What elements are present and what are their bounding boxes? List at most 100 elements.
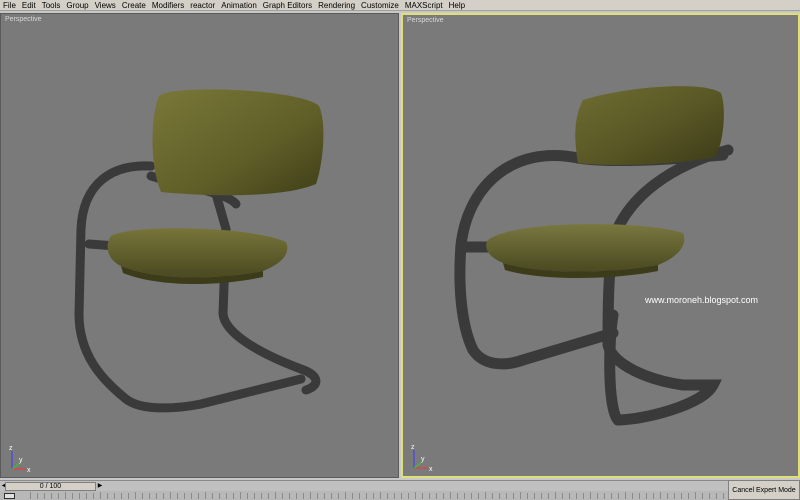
- menu-help[interactable]: Help: [446, 0, 468, 11]
- axis-y-label: y: [421, 456, 425, 463]
- track-tick: [303, 493, 304, 499]
- track-tick: [709, 493, 710, 499]
- track-tick: [429, 493, 430, 499]
- track-tick: [170, 492, 171, 499]
- track-tick: [359, 493, 360, 499]
- menu-create[interactable]: Create: [119, 0, 149, 11]
- menu-maxscript[interactable]: MAXScript: [402, 0, 446, 11]
- menu-file[interactable]: File: [0, 0, 19, 11]
- track-tick: [51, 493, 52, 499]
- track-tick: [100, 492, 101, 499]
- track-tick: [723, 493, 724, 499]
- track-tick: [527, 493, 528, 499]
- time-next-arrow-icon[interactable]: ▶: [96, 482, 104, 491]
- track-tick: [373, 493, 374, 499]
- chair-seat: [107, 228, 288, 278]
- menu-rendering[interactable]: Rendering: [315, 0, 358, 11]
- viewport-perspective-right[interactable]: Perspective www.moroneh.blogspot.com z x…: [401, 13, 800, 478]
- track-tick: [681, 493, 682, 499]
- track-tick: [380, 492, 381, 499]
- track-tick: [485, 492, 486, 499]
- track-tick: [240, 492, 241, 499]
- chair-render-right: [454, 86, 734, 426]
- watermark-text: www.moroneh.blogspot.com: [645, 295, 759, 305]
- track-tick: [443, 493, 444, 499]
- track-bar-toggle-icon[interactable]: [4, 493, 15, 499]
- track-tick: [184, 493, 185, 499]
- track-tick: [233, 493, 234, 499]
- track-tick: [674, 493, 675, 499]
- track-tick: [345, 492, 346, 499]
- track-tick: [695, 492, 696, 499]
- chair-seat: [486, 223, 685, 272]
- track-tick: [478, 493, 479, 499]
- track-tick: [79, 493, 80, 499]
- time-slider[interactable]: 0 / 100: [5, 482, 96, 491]
- track-tick: [107, 493, 108, 499]
- track-tick: [198, 493, 199, 499]
- track-tick: [436, 493, 437, 499]
- track-tick: [135, 492, 136, 499]
- track-tick: [604, 493, 605, 499]
- track-tick: [450, 492, 451, 499]
- track-tick: [275, 492, 276, 499]
- track-tick: [562, 493, 563, 499]
- track-tick: [415, 492, 416, 499]
- track-tick: [408, 493, 409, 499]
- track-bar[interactable]: [0, 491, 728, 500]
- menu-edit[interactable]: Edit: [19, 0, 39, 11]
- axis-x-label: x: [27, 467, 31, 474]
- axis-x-label: x: [429, 466, 433, 473]
- track-tick: [716, 493, 717, 499]
- cancel-expert-mode-button[interactable]: Cancel Expert Mode: [728, 480, 800, 500]
- track-tick: [268, 493, 269, 499]
- 3ds-max-window: File Edit Tools Group Views Create Modif…: [0, 0, 800, 500]
- menu-modifiers[interactable]: Modifiers: [149, 0, 187, 11]
- track-tick: [128, 493, 129, 499]
- viewport-perspective-left[interactable]: Perspective z x y: [0, 13, 399, 478]
- track-tick: [114, 493, 115, 499]
- axis-z-label: z: [9, 445, 13, 452]
- track-tick: [597, 493, 598, 499]
- track-tick: [548, 493, 549, 499]
- track-tick: [520, 492, 521, 499]
- track-tick: [324, 493, 325, 499]
- track-tick: [310, 492, 311, 499]
- track-tick: [191, 493, 192, 499]
- track-tick: [212, 493, 213, 499]
- menu-group[interactable]: Group: [63, 0, 91, 11]
- menu-customize[interactable]: Customize: [358, 0, 402, 11]
- track-tick: [30, 492, 31, 499]
- track-tick: [338, 493, 339, 499]
- track-tick: [583, 493, 584, 499]
- track-tick: [660, 492, 661, 499]
- axis-tripod-icon: z x y: [9, 445, 31, 474]
- chair-backrest: [575, 86, 724, 165]
- track-tick: [492, 493, 493, 499]
- menu-graph-editors[interactable]: Graph Editors: [260, 0, 315, 11]
- track-tick: [576, 493, 577, 499]
- menu-reactor[interactable]: reactor: [187, 0, 218, 11]
- track-tick: [555, 492, 556, 499]
- track-tick: [261, 493, 262, 499]
- track-tick: [688, 493, 689, 499]
- menu-animation[interactable]: Animation: [218, 0, 260, 11]
- menu-views[interactable]: Views: [92, 0, 119, 11]
- time-slider-bar: ◀ 0 / 100 ▶: [0, 480, 800, 491]
- track-tick: [121, 493, 122, 499]
- track-tick: [72, 493, 73, 499]
- axis-y-label: y: [19, 457, 23, 464]
- track-tick: [590, 492, 591, 499]
- track-tick: [44, 493, 45, 499]
- track-tick: [331, 493, 332, 499]
- menu-tools[interactable]: Tools: [39, 0, 64, 11]
- track-tick: [471, 493, 472, 499]
- track-tick: [401, 493, 402, 499]
- chair-frame: [454, 144, 734, 426]
- track-tick: [93, 493, 94, 499]
- track-tick: [653, 493, 654, 499]
- track-tick: [457, 493, 458, 499]
- track-tick: [247, 493, 248, 499]
- track-tick: [702, 493, 703, 499]
- track-tick: [541, 493, 542, 499]
